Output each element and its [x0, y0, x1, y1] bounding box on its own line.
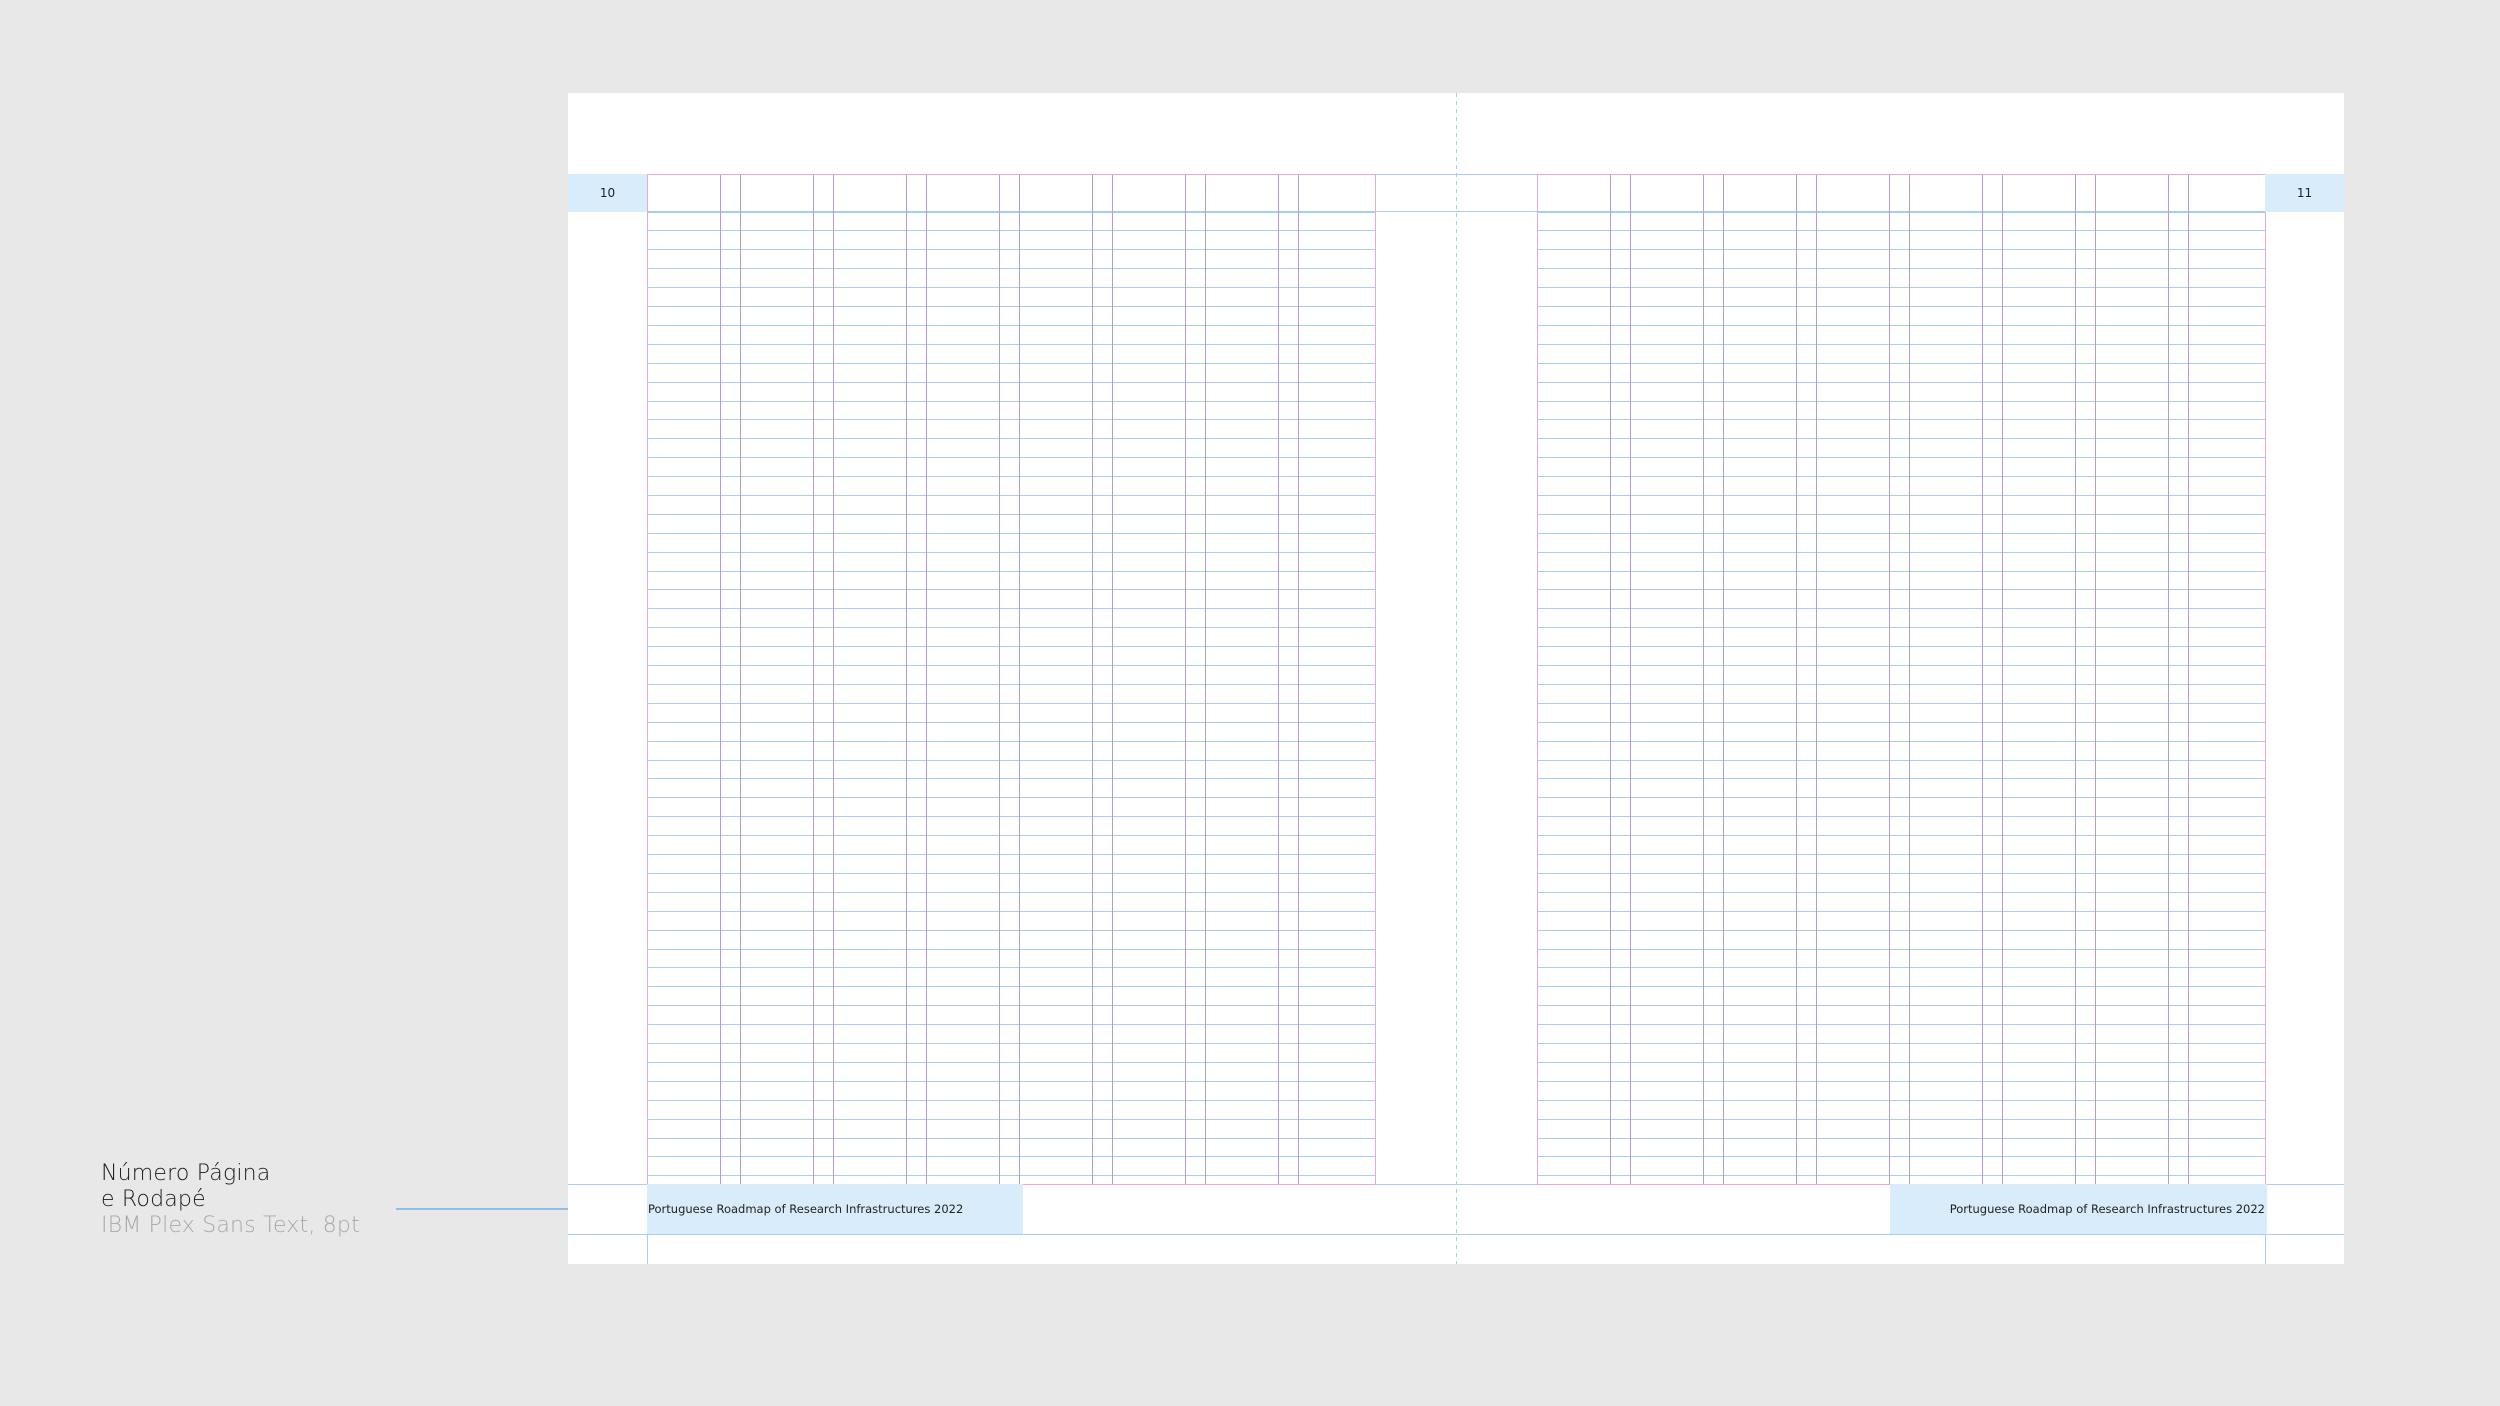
- page-number-right: 11: [2265, 174, 2344, 212]
- footer-right: Portuguese Roadmap of Research Infrastru…: [1890, 1184, 2267, 1234]
- footer-left: Portuguese Roadmap of Research Infrastru…: [647, 1184, 1023, 1234]
- page-spread: 10 11 Portuguese Roadmap of Research Inf…: [568, 93, 2344, 1264]
- grid-guides: [568, 93, 2344, 1264]
- annotation-font-spec: IBM Plex Sans Text, 8pt: [101, 1213, 360, 1238]
- annotation-title-line1: Número Página: [101, 1161, 271, 1186]
- page-number-left: 10: [568, 174, 647, 212]
- annotation-label: Número Página e Rodapé IBM Plex Sans Tex…: [101, 1161, 360, 1239]
- annotation-title-line2: e Rodapé: [101, 1187, 206, 1212]
